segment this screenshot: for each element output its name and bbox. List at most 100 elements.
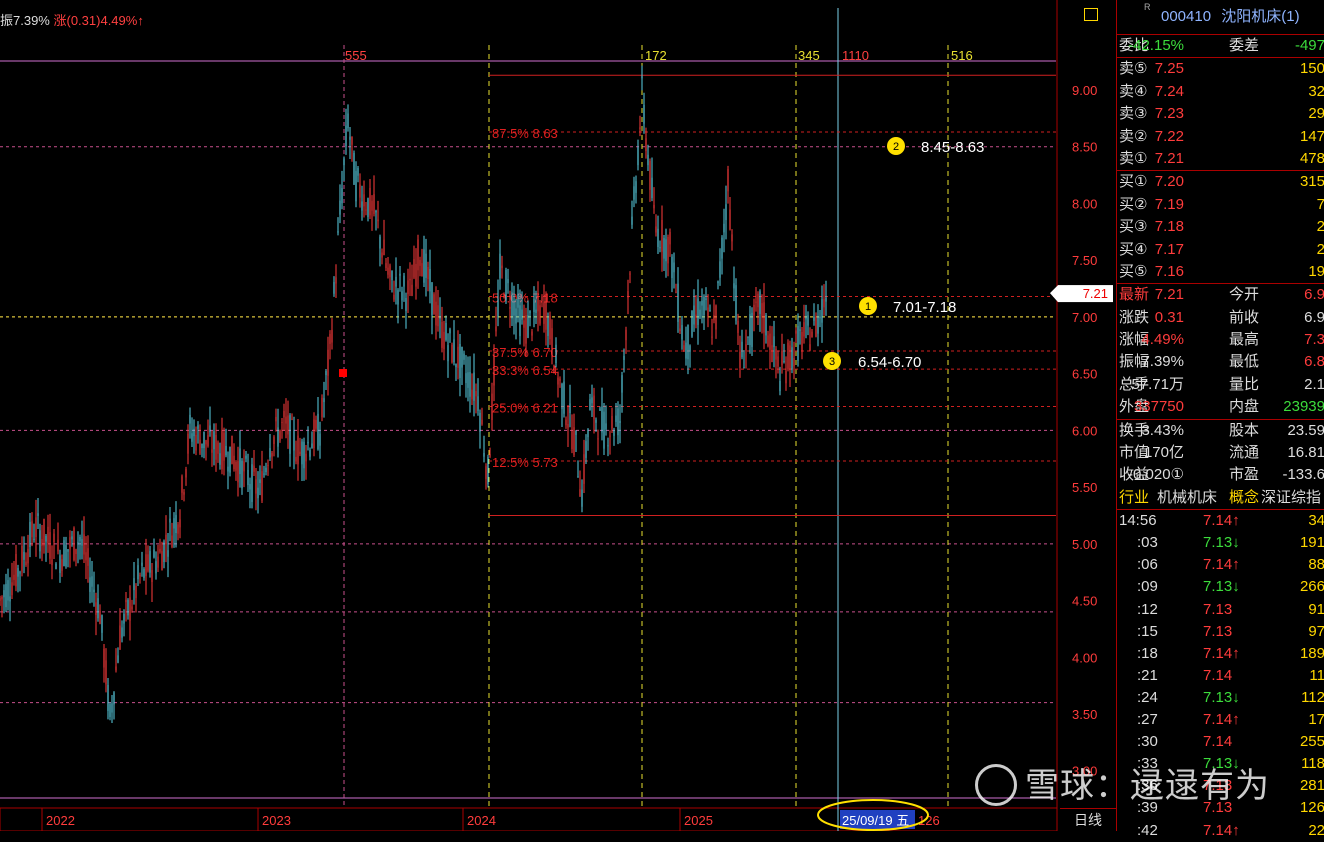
candle-body: [11, 582, 13, 596]
tick-row: :21 7.14 11: [1117, 665, 1324, 687]
candle-body: [189, 414, 191, 424]
candle-body: [73, 528, 75, 561]
candle-body: [581, 489, 583, 507]
tick-price: 7.14: [1203, 733, 1233, 751]
fund-value: 3.43%: [1141, 421, 1184, 439]
candle-body: [637, 147, 639, 166]
candle-body: [615, 415, 617, 422]
candle-body: [53, 533, 55, 542]
tick-time: :21: [1137, 666, 1158, 684]
candle-body: [119, 625, 121, 650]
ask-price: 7.24: [1154, 82, 1184, 100]
fib-level-label: 25.0% 6.21: [492, 401, 558, 416]
candle-body: [171, 535, 173, 548]
candle-body: [293, 430, 295, 451]
candle-body: [537, 296, 539, 312]
candle-body: [459, 343, 461, 378]
candle-body: [729, 209, 731, 230]
candle-body: [101, 615, 103, 633]
candle-body: [19, 572, 21, 574]
kline-chart-area[interactable]: 555 172 345 1110 516 87.5% 8.63 50.0% 7.18 3 7.5…: [0, 0, 1113, 831]
candle-body: [501, 265, 503, 269]
candle-body: [229, 446, 231, 473]
candle-body: [231, 435, 233, 464]
candle-body: [617, 408, 619, 436]
candle-body: [421, 263, 423, 277]
industry-value[interactable]: 机械机床: [1157, 487, 1217, 509]
fund-value-2: -133.6: [1282, 466, 1324, 484]
candle-body: [333, 282, 335, 294]
candle-body: [787, 342, 789, 370]
candle-body: [739, 351, 741, 368]
candle-body: [399, 273, 401, 276]
candle-body: [709, 309, 711, 312]
candle-body: [331, 329, 333, 343]
bid-label: 买③: [1119, 218, 1148, 236]
y-axis-tick: 7.00: [1072, 310, 1097, 325]
candle-body: [503, 296, 505, 298]
tick-volume: 97: [1308, 622, 1324, 640]
candle-body: [651, 177, 653, 199]
bid-row: 买② 7.19 7: [1117, 194, 1324, 216]
candle-body: [429, 269, 431, 292]
candle-body: [307, 441, 309, 444]
candle-body: [77, 542, 79, 545]
stock-name: 沈阳机床(1): [1221, 8, 1300, 25]
candle-body: [375, 210, 377, 213]
candle-body: [543, 302, 545, 324]
tick-time: :12: [1137, 600, 1158, 618]
fund-label-2: 流通: [1229, 444, 1260, 462]
candle-body: [657, 228, 659, 248]
candle-body: [325, 370, 327, 376]
candle-body: [819, 316, 821, 319]
candle-body: [323, 398, 325, 403]
fundamental-row: 市值 170亿 流通 16.81: [1117, 442, 1324, 464]
candle-body: [465, 373, 467, 384]
candle-body: [149, 551, 151, 573]
fund-label-2: 市盈: [1229, 466, 1260, 484]
panel-toggle-icon[interactable]: [1084, 8, 1098, 21]
candle-body: [445, 322, 447, 340]
period-label[interactable]: 日线: [1060, 808, 1116, 832]
concept-value[interactable]: 深证综指: [1261, 487, 1321, 509]
candle-body: [661, 219, 663, 252]
candle-body: [579, 489, 581, 497]
quote-row: 最新 7.21 今开 6.9: [1117, 284, 1324, 306]
candle-body: [619, 421, 621, 424]
candle-body: [329, 333, 331, 344]
candle-body: [607, 445, 609, 447]
bid-book: 买① 7.20 315 买② 7.19 7 买③ 7.18 2 买④ 7.17 2 买⑤ 7.16 19: [1117, 170, 1324, 283]
candle-body: [471, 389, 473, 400]
tick-time: :27: [1137, 711, 1158, 729]
candle-body: [283, 411, 285, 418]
candle-body: [665, 239, 667, 262]
candle-body: [33, 538, 35, 540]
bid-price: 7.19: [1154, 195, 1184, 213]
candle-body: [93, 589, 95, 592]
candle-body: [509, 306, 511, 309]
x-axis-year: 2024: [467, 813, 496, 828]
y-axis-tick: 6.00: [1072, 423, 1097, 438]
y-axis-tick: 7.50: [1072, 253, 1097, 268]
candle-body: [179, 519, 181, 528]
signal-marker: [339, 369, 347, 377]
tick-price: 7.14: [1203, 666, 1233, 684]
bid-price: 7.18: [1154, 218, 1184, 236]
candle-body: [533, 298, 535, 313]
quote-row: 外盘 337750 内盘 23939: [1117, 396, 1324, 418]
candle-body: [351, 136, 353, 145]
quote-value: 57.71万: [1131, 375, 1184, 393]
tick-volume: 88: [1308, 556, 1324, 574]
candle-body: [551, 328, 553, 357]
kline-chart[interactable]: 555 172 345 1110 516 87.5% 8.63 50.0% 7.18 3 7.5…: [0, 0, 1116, 831]
candle-body: [237, 461, 239, 483]
tick-time: :30: [1137, 733, 1158, 751]
candle-body: [515, 308, 517, 324]
candle-body: [707, 307, 709, 317]
candle-body: [367, 198, 369, 218]
candle-body: [485, 466, 487, 479]
candle-body: [689, 345, 691, 352]
candle-body: [749, 314, 751, 346]
candle-body: [671, 256, 673, 279]
ask-row: 卖⑤ 7.25 150: [1117, 58, 1324, 80]
